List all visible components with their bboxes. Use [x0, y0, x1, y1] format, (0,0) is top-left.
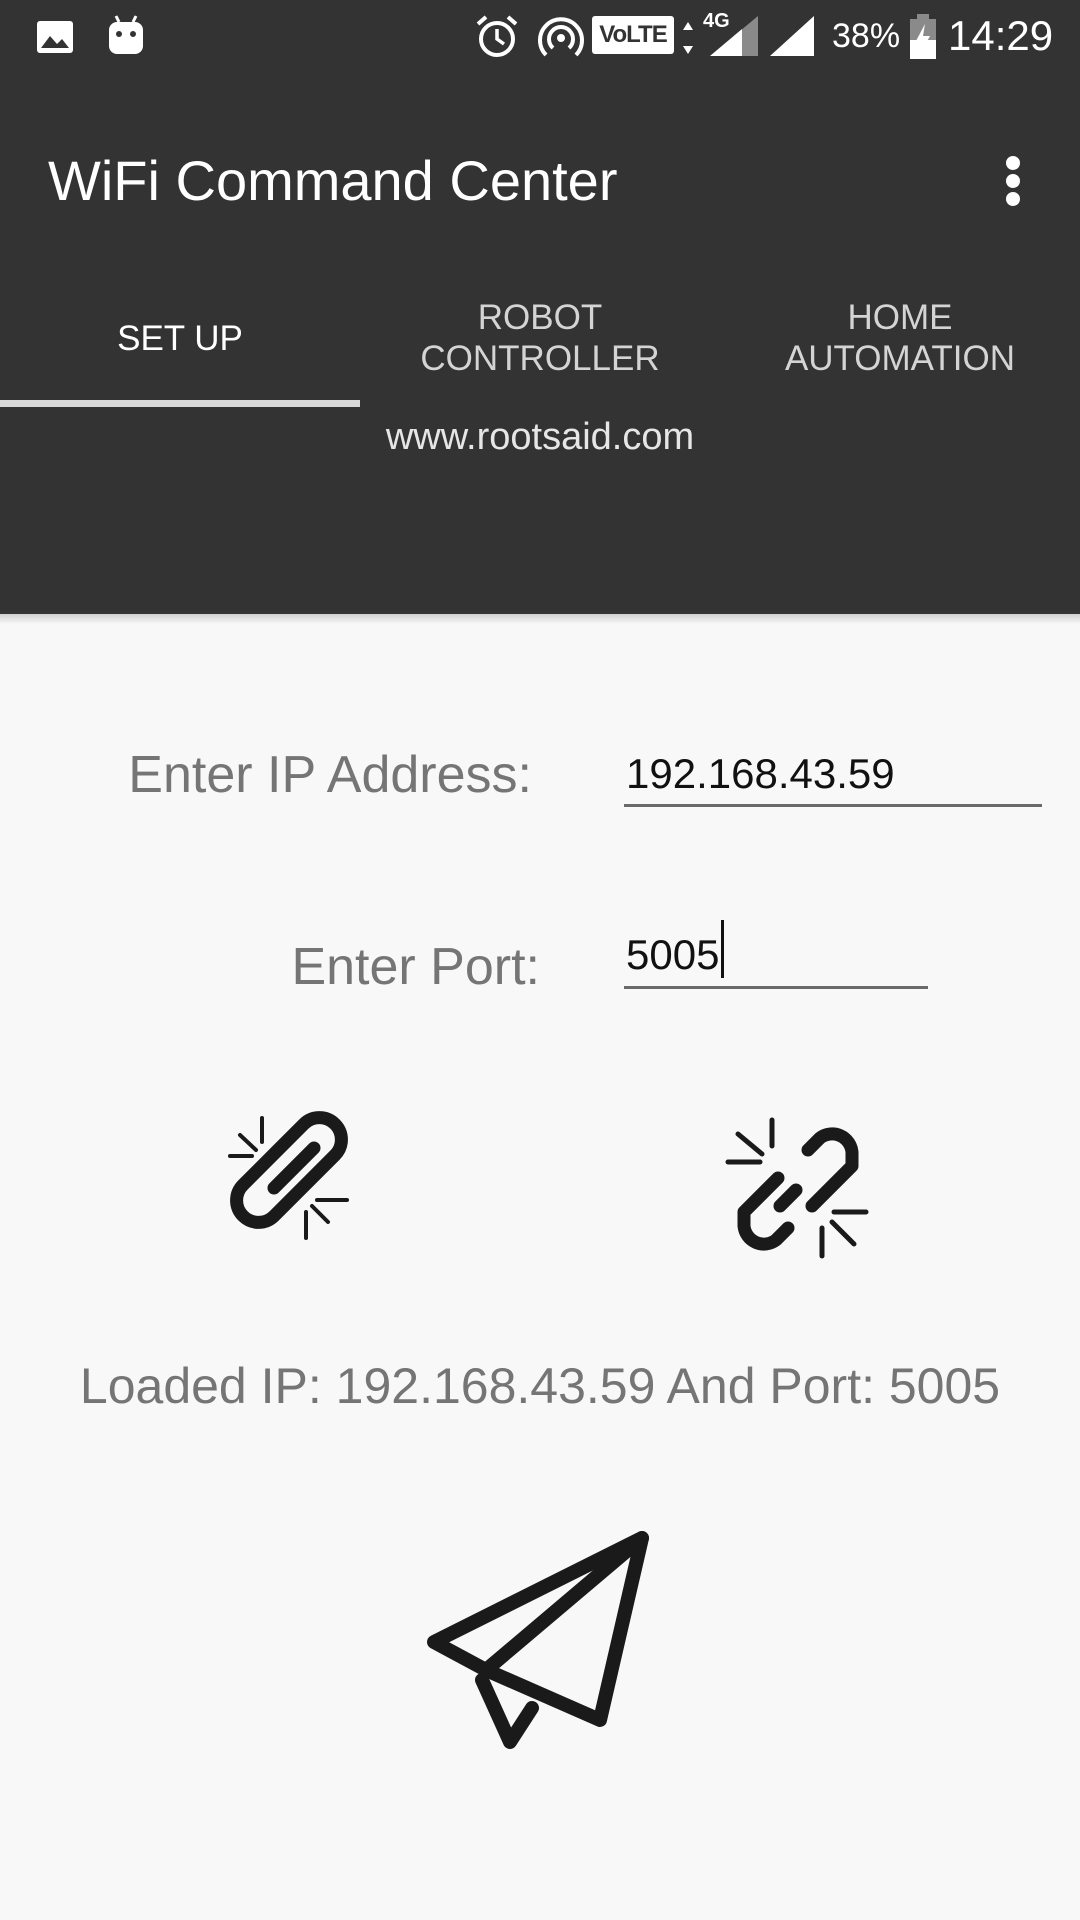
header-shadow [0, 614, 1080, 624]
tab-robot-controller[interactable]: ROBOT CONTROLLER [360, 270, 720, 406]
app-screen: VoLTE 4G 38% 14:29 WiFi Command Center S… [0, 0, 1080, 1920]
menu-dot [1006, 192, 1020, 206]
tab-home-automation[interactable]: HOME AUTOMATION [720, 270, 1080, 406]
tab-indicator [0, 400, 360, 407]
ip-address-field[interactable] [624, 744, 1042, 807]
menu-dot [1006, 156, 1020, 170]
port-label: Enter Port: [291, 938, 540, 996]
signal-icon [710, 16, 758, 56]
loaded-status: Loaded IP: 192.168.43.59 And Port: 5005 [79, 1358, 1001, 1414]
paper-plane-icon[interactable] [420, 1520, 660, 1760]
ip-address-label: Enter IP Address: [128, 746, 532, 804]
volte-icon: VoLTE [592, 16, 674, 54]
image-icon [37, 21, 73, 53]
unlink-icon[interactable] [720, 1110, 880, 1270]
status-bar: VoLTE 4G 38% 14:29 [0, 0, 1080, 72]
signal-icon [770, 16, 814, 56]
app-title: WiFi Command Center [48, 149, 618, 212]
more-vert-icon[interactable] [996, 152, 1032, 208]
battery-percent: 38% [832, 17, 901, 55]
port-field[interactable] [624, 924, 928, 989]
alarm-icon [476, 15, 518, 57]
battery-icon [910, 14, 936, 59]
menu-dot [1006, 174, 1020, 188]
android-icon [109, 15, 143, 54]
text-cursor [721, 920, 724, 978]
tab-set-up[interactable]: SET UP [0, 270, 360, 406]
link-icon[interactable] [212, 1100, 372, 1260]
hotspot-icon [538, 17, 584, 57]
tab-bar: SET UP ROBOT CONTROLLER HOME AUTOMATION [0, 270, 1080, 406]
website-link[interactable]: www.rootsaid.com [0, 412, 1080, 462]
clock: 14:29 [948, 12, 1054, 59]
data-arrows-icon [683, 22, 693, 54]
